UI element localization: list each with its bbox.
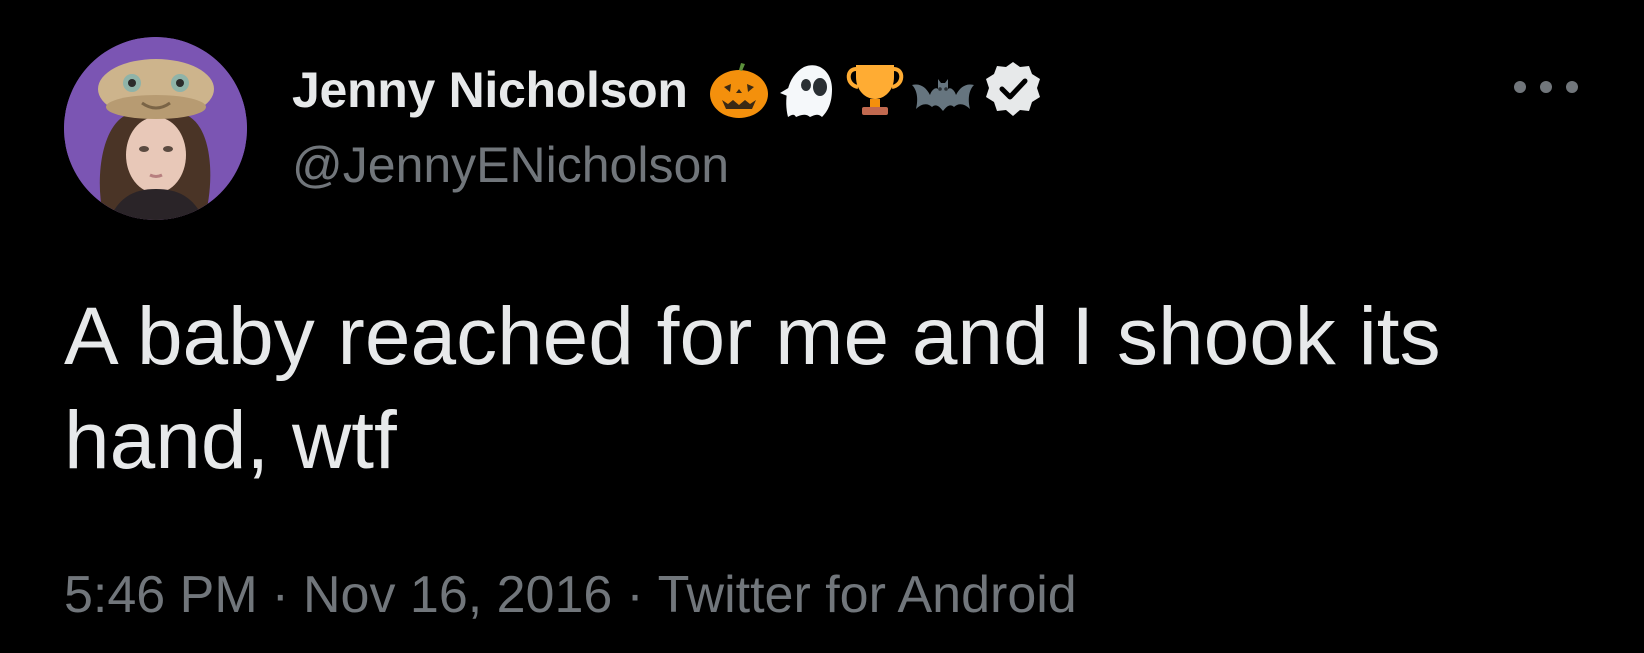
bat-emoji-icon: [910, 57, 976, 123]
more-options-button[interactable]: [1508, 62, 1584, 112]
pumpkin-emoji-icon: [706, 57, 772, 123]
meta-separator: ·: [626, 566, 644, 624]
avatar[interactable]: [64, 37, 247, 220]
verified-icon: [982, 59, 1044, 121]
more-options-icon: [1514, 81, 1578, 93]
meta-separator: ·: [271, 566, 289, 624]
avatar-image: [64, 37, 247, 220]
tweet-card: Jenny Nicholson @JennyENicholson A baby …: [0, 0, 1644, 653]
tweet-meta: 5:46 PM · Nov 16, 2016 · Twitter for Android: [64, 565, 1077, 625]
trophy-emoji-icon: [842, 57, 908, 123]
ghost-emoji-icon: [774, 57, 840, 123]
author-name-row: Jenny Nicholson: [292, 58, 1044, 122]
tweet-time[interactable]: 5:46 PM: [64, 566, 258, 624]
tweet-date[interactable]: Nov 16, 2016: [303, 566, 612, 624]
tweet-text: A baby reached for me and I shook its ha…: [64, 291, 1441, 486]
author-handle[interactable]: @JennyENicholson: [292, 136, 729, 194]
tweet-source[interactable]: Twitter for Android: [658, 566, 1077, 624]
author-display-name[interactable]: Jenny Nicholson: [292, 61, 688, 119]
